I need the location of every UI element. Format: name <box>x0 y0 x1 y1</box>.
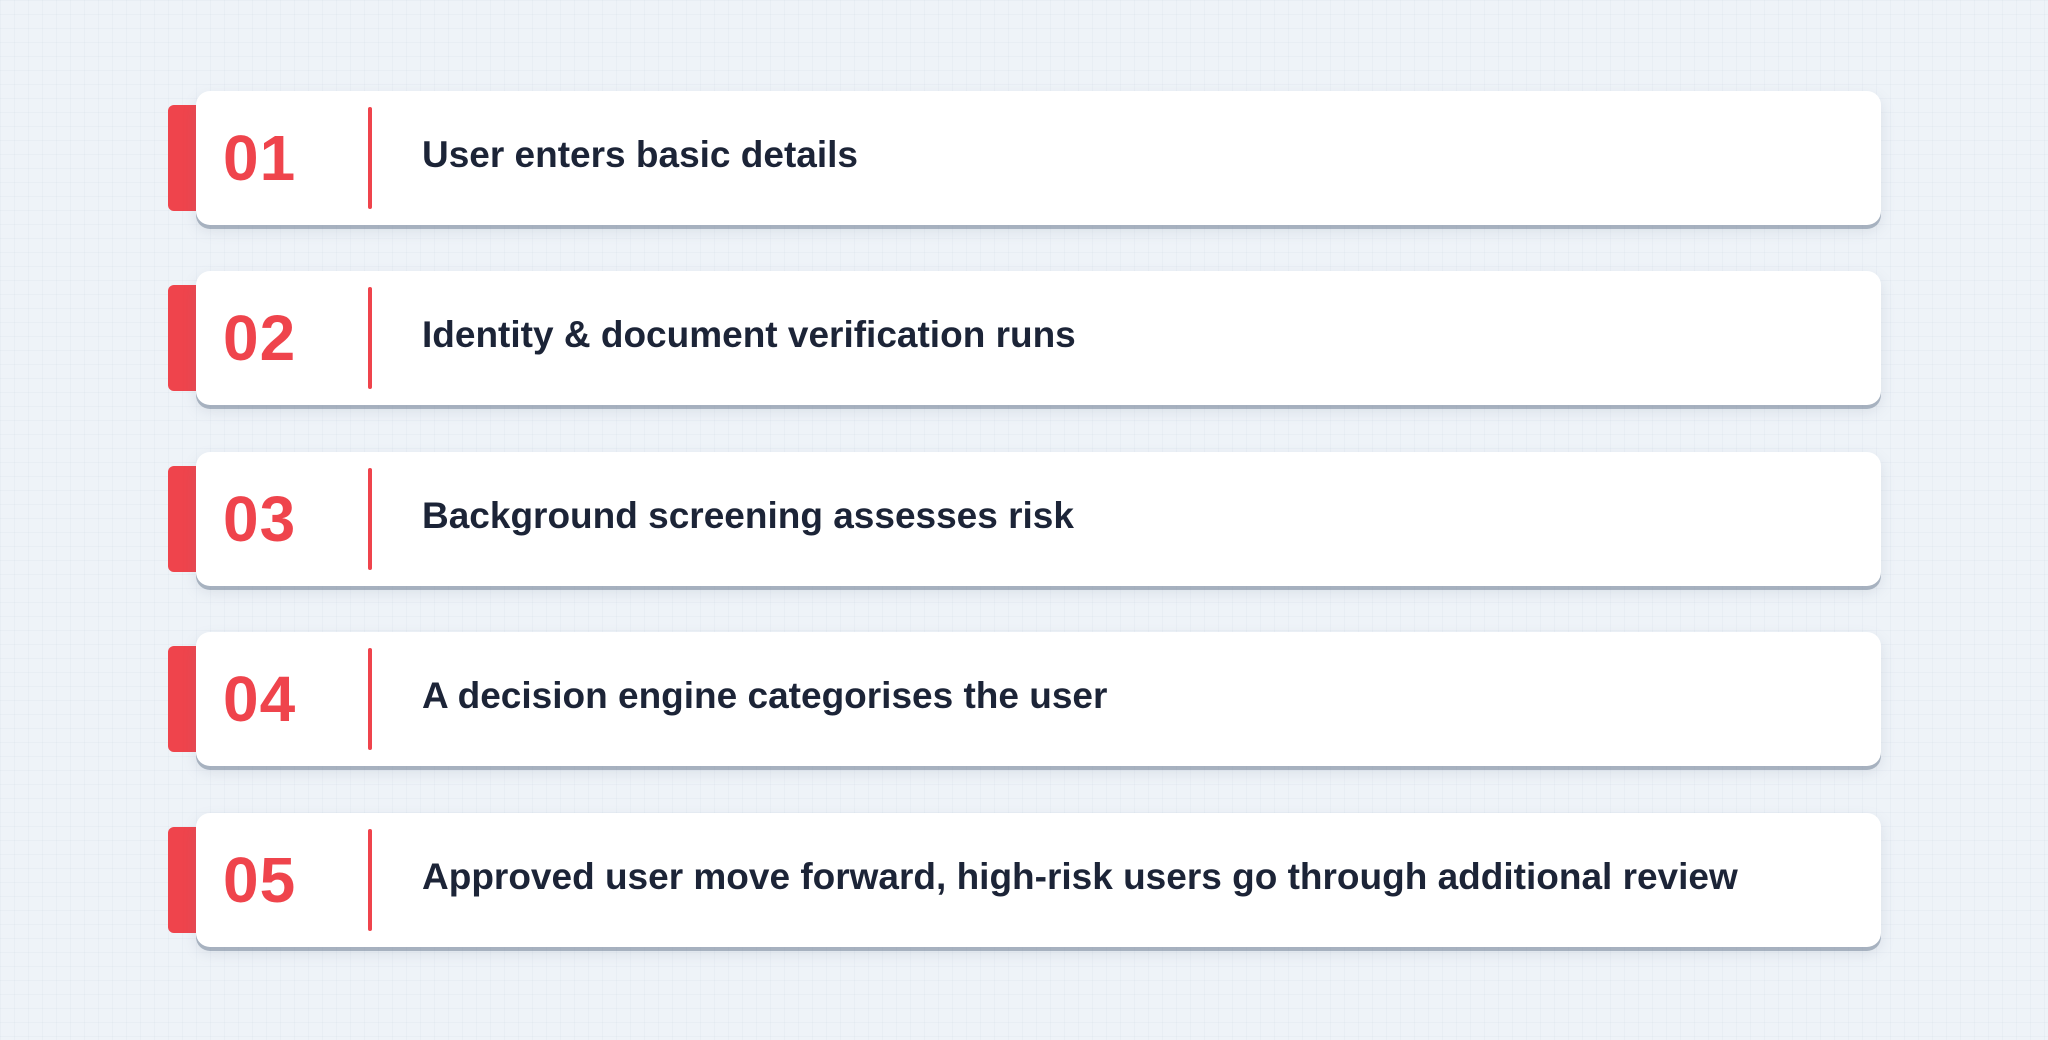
step-divider <box>368 829 372 931</box>
step-divider <box>368 107 372 209</box>
step-text: A decision engine categorises the user <box>422 675 1108 716</box>
step-card-4: 04 A decision engine categorises the use… <box>168 632 1881 770</box>
step-number: 01 <box>223 122 297 194</box>
step-number: 05 <box>223 844 297 916</box>
step-divider <box>368 648 372 750</box>
step-card-3: 03 Background screening assesses risk <box>168 452 1881 590</box>
step-card-2: 02 Identity & document verification runs <box>168 271 1881 409</box>
step-text: Approved user move forward, high-risk us… <box>422 856 1738 897</box>
step-card-5: 05 Approved user move forward, high-risk… <box>168 813 1881 951</box>
step-card-1: 01 User enters basic details <box>168 91 1881 229</box>
step-divider <box>368 287 372 389</box>
step-number: 04 <box>223 663 297 735</box>
step-text: Background screening assesses risk <box>422 495 1074 536</box>
step-text: User enters basic details <box>422 134 858 175</box>
step-number: 03 <box>223 483 297 555</box>
process-steps: 01 User enters basic details 02 Identity… <box>0 0 2048 1040</box>
step-text: Identity & document verification runs <box>422 314 1076 355</box>
step-divider <box>368 468 372 570</box>
step-number: 02 <box>223 302 297 374</box>
